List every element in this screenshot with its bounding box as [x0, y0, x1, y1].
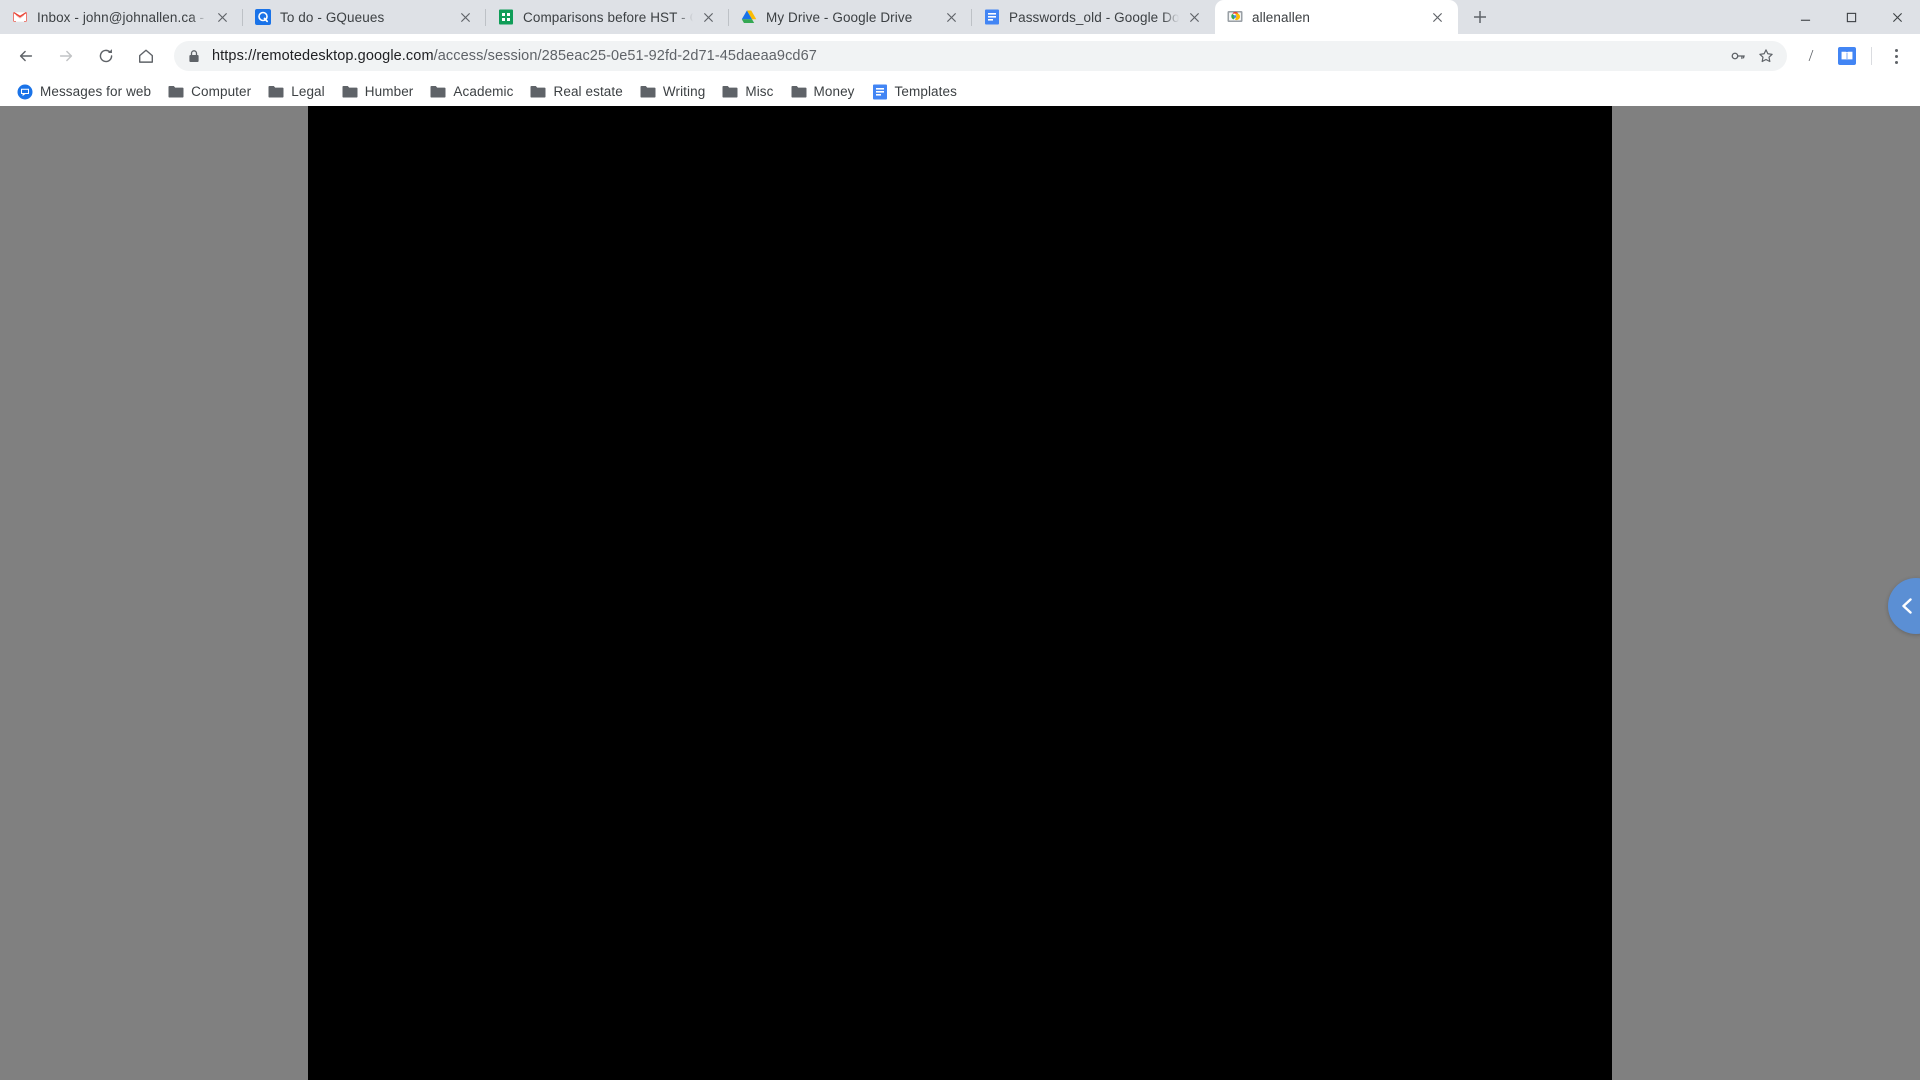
new-tab-button[interactable] [1464, 1, 1496, 33]
menu-dot [1894, 48, 1898, 52]
browser-tab-3[interactable]: My Drive - Google Drive [729, 0, 972, 34]
tab-close-button[interactable] [697, 6, 719, 28]
window-controls [1782, 0, 1920, 34]
google-docs-icon [984, 9, 1000, 25]
forward-arrow-icon [59, 50, 73, 62]
tab-close-button[interactable] [940, 6, 962, 28]
tab-title: My Drive - Google Drive [766, 9, 913, 25]
page-viewport [0, 106, 1920, 1080]
url-host: https://remotedesktop.google.com [212, 48, 434, 64]
bookmark-real-estate[interactable]: Real estate [522, 80, 630, 104]
folder-icon [342, 84, 358, 100]
browser-tab-1[interactable]: To do - GQueues [243, 0, 486, 34]
reload-button[interactable] [89, 39, 123, 73]
tab-title: To do - GQueues [280, 9, 385, 25]
toolbar-divider [1871, 47, 1872, 65]
extension-slash-button[interactable]: / [1795, 40, 1827, 72]
menu-dot [1894, 60, 1898, 64]
tab-close-button[interactable] [1183, 6, 1205, 28]
tab-close-button[interactable] [454, 6, 476, 28]
key-icon[interactable] [1725, 43, 1751, 69]
tab-strip: Inbox - john@johnallen.ca - John... To d… [0, 0, 1920, 34]
address-bar[interactable]: https://remotedesktop.google.com/access/… [174, 41, 1787, 71]
tab-title: Comparisons before HST - Goog [523, 9, 693, 25]
bookmark-label: Humber [364, 84, 414, 99]
star-icon[interactable] [1753, 43, 1779, 69]
extension-dictionary-button[interactable] [1831, 40, 1863, 72]
home-button[interactable] [129, 39, 163, 73]
google-docs-icon [872, 84, 888, 100]
remote-desktop-screen[interactable] [308, 106, 1612, 1080]
bookmark-label: Writing [662, 84, 706, 99]
bookmark-label: Academic [453, 84, 514, 99]
tab-title: Passwords_old - Google Docs [1009, 9, 1179, 25]
back-arrow-icon [19, 50, 33, 62]
browser-tab-4[interactable]: Passwords_old - Google Docs [972, 0, 1215, 34]
bookmark-messages-for-web[interactable]: Messages for web [9, 80, 159, 104]
browser-tab-0[interactable]: Inbox - john@johnallen.ca - John... [0, 0, 243, 34]
tab-title: Inbox - john@johnallen.ca - John... [37, 9, 207, 25]
bookmark-label: Messages for web [40, 84, 152, 99]
browser-tab-5-active[interactable]: allenallen [1215, 0, 1458, 34]
bookmark-label: Templates [894, 84, 957, 99]
folder-icon [268, 84, 284, 100]
chrome-remote-desktop-icon [1227, 9, 1243, 25]
tab-title: allenallen [1252, 9, 1311, 25]
maximize-button[interactable] [1828, 0, 1874, 34]
bookmark-academic[interactable]: Academic [422, 80, 521, 104]
bookmark-humber[interactable]: Humber [334, 80, 422, 104]
bookmark-misc[interactable]: Misc [714, 80, 781, 104]
forward-button[interactable] [49, 39, 83, 73]
bookmark-label: Computer [191, 84, 252, 99]
extension-slash-label: / [1808, 46, 1814, 65]
home-icon [139, 49, 153, 63]
url-path: /access/session/285eac25-0e51-92fd-2d71-… [433, 48, 817, 64]
browser-toolbar: https://remotedesktop.google.com/access/… [0, 34, 1920, 78]
bookmark-writing[interactable]: Writing [632, 80, 713, 104]
bookmark-label: Real estate [553, 84, 623, 99]
bookmark-legal[interactable]: Legal [260, 80, 333, 104]
lock-icon [187, 49, 201, 63]
bookmark-templates[interactable]: Templates [864, 80, 965, 104]
google-sheets-icon [498, 9, 514, 25]
gmail-icon [12, 9, 28, 25]
book-icon [1838, 47, 1856, 65]
folder-icon [530, 84, 546, 100]
browser-tab-2[interactable]: Comparisons before HST - Goog [486, 0, 729, 34]
three-dot-menu-icon[interactable] [1880, 40, 1912, 72]
tab-close-button[interactable] [211, 6, 233, 28]
folder-icon [640, 84, 656, 100]
bookmark-label: Misc [745, 84, 774, 99]
google-drive-icon [741, 9, 757, 25]
bookmark-label: Legal [291, 84, 325, 99]
tab-close-button[interactable] [1426, 6, 1448, 28]
bookmark-computer[interactable]: Computer [160, 80, 259, 104]
bookmark-label: Money [813, 84, 855, 99]
bookmarks-bar: Messages for web Computer Legal Humber A… [0, 78, 1920, 106]
folder-icon [430, 84, 446, 100]
back-button[interactable] [9, 39, 43, 73]
gqueues-icon [255, 9, 271, 25]
bookmark-money[interactable]: Money [783, 80, 863, 104]
close-window-button[interactable] [1874, 0, 1920, 34]
menu-dot [1894, 54, 1898, 58]
minimize-button[interactable] [1782, 0, 1828, 34]
messages-icon [17, 84, 33, 100]
folder-icon [791, 84, 807, 100]
reload-icon [99, 49, 113, 63]
chevron-left-icon [1902, 598, 1912, 614]
side-panel-toggle-button[interactable] [1888, 578, 1920, 634]
folder-icon [168, 84, 184, 100]
folder-icon [722, 84, 738, 100]
url-text: https://remotedesktop.google.com/access/… [212, 48, 1723, 64]
